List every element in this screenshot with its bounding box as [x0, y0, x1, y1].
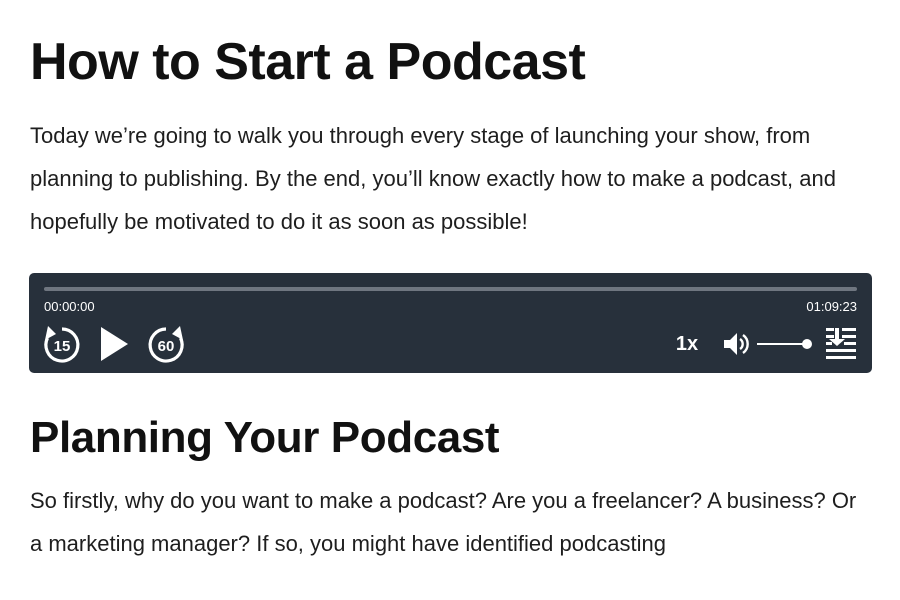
progress-bar[interactable]: [44, 287, 857, 291]
article: How to Start a Podcast Today we’re going…: [0, 0, 900, 600]
volume-handle[interactable]: [802, 339, 812, 349]
play-button[interactable]: [98, 325, 132, 363]
forward-60-button[interactable]: 60: [146, 323, 186, 365]
audio-player: 00:00:00 01:09:23 15 60 1x: [29, 273, 872, 373]
page-title: How to Start a Podcast: [30, 33, 586, 91]
volume-slider[interactable]: [755, 335, 812, 353]
section-paragraph: So firstly, why do you want to make a po…: [30, 488, 857, 556]
play-icon: [101, 327, 128, 361]
forward-label: 60: [158, 338, 175, 355]
current-time: 00:00:00: [44, 299, 95, 314]
section-heading: Planning Your Podcast: [30, 413, 500, 462]
volume-track: [757, 343, 807, 345]
volume-icon: [724, 333, 749, 355]
mute-button[interactable]: [721, 329, 749, 359]
rewind-15-icon: 15: [44, 326, 80, 363]
intro-paragraph: Today we’re going to walk you through ev…: [30, 123, 836, 234]
total-time: 01:09:23: [806, 299, 857, 314]
rewind-label: 15: [54, 338, 71, 355]
download-button[interactable]: [824, 326, 858, 362]
rewind-15-button[interactable]: 15: [42, 323, 82, 365]
playback-speed-button[interactable]: 1x: [671, 329, 703, 359]
download-icon: [826, 328, 856, 359]
forward-60-icon: 60: [148, 326, 184, 363]
